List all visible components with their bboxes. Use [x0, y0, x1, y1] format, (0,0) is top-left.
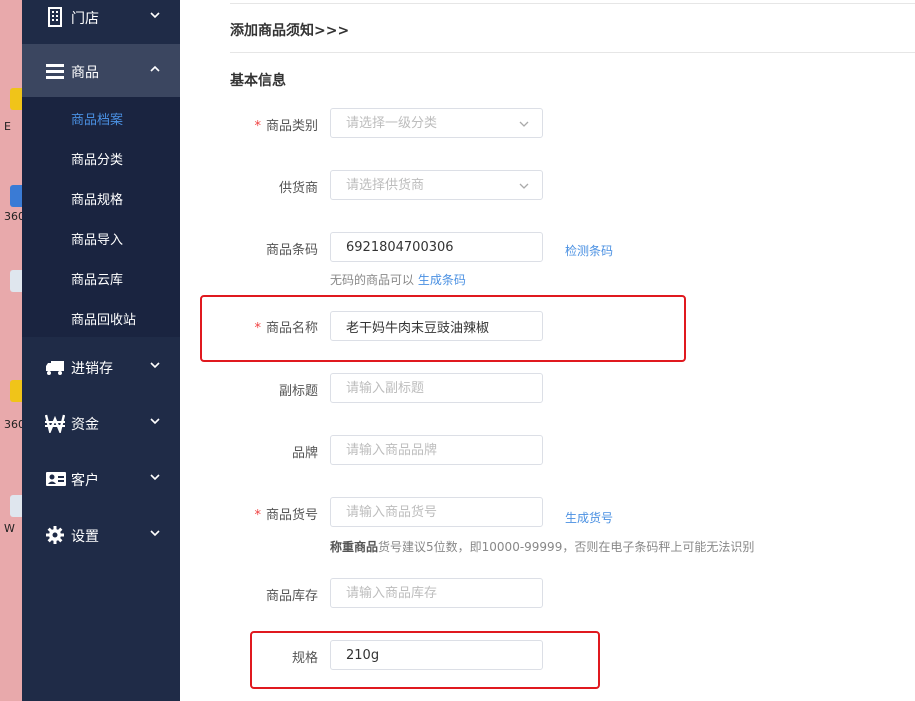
truck-icon [45, 357, 65, 377]
chevron-down-icon [148, 414, 162, 428]
subtitle-label: 副标题 [278, 384, 318, 399]
submenu-item-label: 商品导入 [71, 233, 124, 248]
supplier-label: 供货商 [278, 181, 318, 196]
sku-hint: 称重商品货号建议5位数，即10000-99999，否则在电子条码秤上可能无法识别 [330, 540, 755, 554]
barcode-input[interactable] [331, 233, 516, 261]
required-asterisk: * [254, 508, 261, 523]
spec-label: 规格 [291, 651, 318, 666]
product-name-field[interactable] [330, 311, 543, 341]
category-select[interactable] [330, 108, 543, 138]
chevron-down-icon [518, 118, 530, 130]
desktop-app-icon[interactable] [10, 495, 22, 517]
main-content: 添加商品须知>>> 基本信息 *商品类别 供货商 商品条码 检测条码 无码的商品… [180, 0, 915, 701]
gear-icon [45, 525, 65, 545]
barcode-hint: 无码的商品可以 生成条码 [330, 273, 466, 287]
menu-icon [45, 61, 65, 81]
add-product-notice-link[interactable]: 添加商品须知>>> [230, 20, 349, 40]
product-name-input[interactable] [331, 312, 516, 340]
chevron-down-icon [148, 8, 162, 22]
sidebar-item-label: 进销存 [71, 361, 113, 377]
desktop-app-icon[interactable] [10, 185, 22, 207]
brand-input[interactable] [331, 436, 516, 464]
sku-field[interactable] [330, 497, 543, 527]
won-icon [44, 413, 66, 435]
submenu-item-product-import[interactable]: 商品导入 [22, 217, 180, 257]
desktop-app-icon[interactable] [10, 380, 22, 402]
chevron-down-icon [148, 470, 162, 484]
sidebar-item-label: 商品 [71, 65, 99, 81]
submenu-item-label: 商品规格 [71, 193, 124, 208]
submenu-item-product-recycle[interactable]: 商品回收站 [22, 297, 180, 337]
divider [230, 52, 915, 53]
submenu-item-label: 商品分类 [71, 153, 124, 168]
barcode-label: 商品条码 [265, 243, 318, 258]
submenu-item-label: 商品云库 [71, 273, 124, 288]
sidebar-item-store[interactable]: 门店 [22, 0, 180, 46]
category-label: * 商品类别 [254, 119, 318, 134]
building-icon [45, 7, 65, 27]
category-select-input[interactable] [331, 109, 516, 137]
sidebar-item-label: 设置 [71, 529, 99, 545]
chevron-down-icon [518, 180, 530, 192]
products-submenu: 商品档案 商品分类 商品规格 商品导入 商品云库 商品回收站 [22, 97, 180, 337]
sku-input[interactable] [331, 498, 516, 526]
brand-label: 品牌 [291, 446, 318, 461]
sidebar-item-products[interactable]: 商品 [22, 44, 180, 100]
sidebar-item-label: 资金 [71, 417, 99, 433]
desktop-app-icon[interactable] [10, 270, 22, 292]
sidebar-item-label: 门店 [71, 11, 99, 27]
stock-input[interactable] [331, 579, 516, 607]
id-card-icon [45, 469, 66, 489]
chevron-down-icon [148, 358, 162, 372]
desktop-background: E 360 360 W [0, 0, 22, 701]
submenu-item-label: 商品回收站 [71, 313, 137, 328]
barcode-field[interactable] [330, 232, 543, 262]
stock-field[interactable] [330, 578, 543, 608]
submenu-item-label: 商品档案 [71, 113, 124, 128]
sidebar: 门店 商品 商品档案 商品分类 商品规格 商品导入 商品云库 商品回收站 进销存… [22, 0, 180, 701]
supplier-select[interactable] [330, 170, 543, 200]
submenu-item-product-archive[interactable]: 商品档案 [22, 97, 180, 137]
desktop-icon-label: W [4, 522, 15, 535]
submenu-item-product-spec[interactable]: 商品规格 [22, 177, 180, 217]
sku-label: * 商品货号 [254, 508, 318, 523]
divider [230, 3, 915, 4]
desktop-icon-label: E [4, 120, 11, 133]
chevron-down-icon [148, 526, 162, 540]
desktop-icon-label: 360 [4, 418, 22, 431]
submenu-item-product-cloud[interactable]: 商品云库 [22, 257, 180, 297]
sidebar-item-label: 客户 [71, 473, 99, 489]
check-barcode-link[interactable]: 检测条码 [565, 242, 613, 259]
generate-sku-link[interactable]: 生成货号 [565, 509, 613, 526]
section-title: 基本信息 [230, 73, 286, 89]
required-asterisk: * [254, 119, 261, 134]
sidebar-item-inventory[interactable]: 进销存 [22, 340, 180, 396]
submenu-item-product-category[interactable]: 商品分类 [22, 137, 180, 177]
brand-field[interactable] [330, 435, 543, 465]
required-asterisk: * [254, 321, 261, 336]
desktop-app-icon[interactable] [10, 88, 22, 110]
generate-barcode-link[interactable]: 生成条码 [418, 273, 466, 287]
supplier-select-input[interactable] [331, 171, 516, 199]
spec-input[interactable] [331, 641, 516, 669]
sidebar-item-funds[interactable]: 资金 [22, 396, 180, 452]
spec-field[interactable] [330, 640, 543, 670]
chevron-up-icon [148, 62, 162, 76]
subtitle-input[interactable] [331, 374, 516, 402]
sidebar-item-settings[interactable]: 设置 [22, 508, 180, 564]
sidebar-item-customers[interactable]: 客户 [22, 452, 180, 508]
desktop-icon-label: 360 [4, 210, 22, 223]
product-name-label: * 商品名称 [254, 321, 318, 336]
subtitle-field[interactable] [330, 373, 543, 403]
stock-label: 商品库存 [265, 589, 318, 604]
